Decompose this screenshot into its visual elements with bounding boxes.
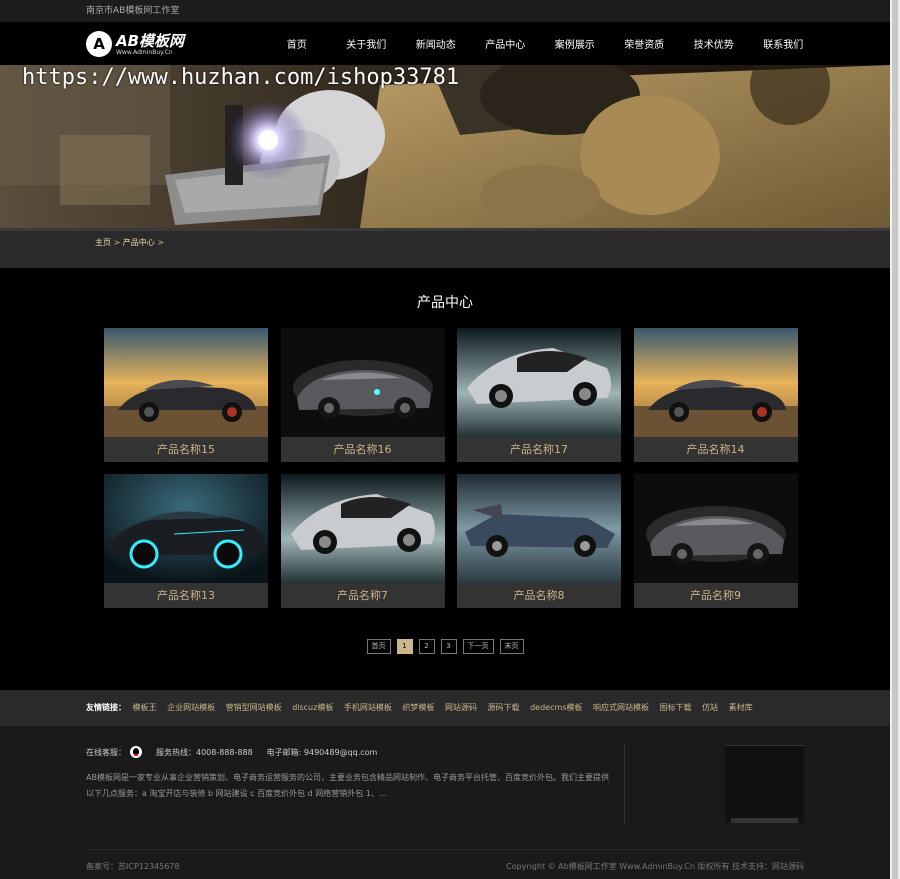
product-card[interactable]: 产品名称13 xyxy=(104,474,268,608)
nav-tech[interactable]: 技术优势 xyxy=(679,36,749,51)
nav-products[interactable]: 产品中心 xyxy=(471,36,541,51)
friend-link[interactable]: 织梦模板 xyxy=(402,703,434,712)
product-name[interactable]: 产品名称14 xyxy=(633,437,798,462)
nav-cases[interactable]: 案例展示 xyxy=(540,36,610,51)
product-name[interactable]: 产品名称8 xyxy=(457,583,621,608)
page-last-button[interactable]: 末页 xyxy=(499,639,524,654)
page-first-button[interactable]: 首页 xyxy=(366,639,391,654)
breadcrumb-home[interactable]: 主页 xyxy=(95,238,111,247)
online-service-label: 在线客服： xyxy=(86,747,126,757)
friend-links: 友情链接： 模板王 企业网站模板 营销型网站模板 discuz模板 手机网站模板… xyxy=(0,690,890,726)
product-name[interactable]: 产品名称9 xyxy=(633,583,798,608)
product-name[interactable]: 产品名称13 xyxy=(104,583,268,608)
product-image[interactable] xyxy=(280,328,445,437)
page: 南京市AB模板网工作室 A AB模板网 Www.AdminBuy.Cn 首页 关… xyxy=(0,0,890,879)
breadcrumb-current[interactable]: 产品中心 xyxy=(123,238,155,247)
friend-link[interactable]: 图标下载 xyxy=(660,703,692,712)
product-name[interactable]: 产品名称17 xyxy=(457,437,621,462)
friend-link[interactable]: 素材库 xyxy=(729,703,753,712)
icp-record: 备案号：苏ICP12345678 xyxy=(86,862,180,871)
footer-divider xyxy=(624,744,625,824)
breadcrumb: 主页 > 产品中心 > xyxy=(95,237,164,248)
product-card[interactable]: 产品名称15 xyxy=(104,328,268,462)
nav-about[interactable]: 关于我们 xyxy=(332,36,402,51)
friend-link[interactable]: 网站源码 xyxy=(445,703,477,712)
nav-news[interactable]: 新闻动态 xyxy=(401,36,471,51)
product-section: 产品中心 产品名称15 产品名称16 产品名称17 产品名称14 产品名称13 … xyxy=(0,268,890,690)
breadcrumb-sep: > xyxy=(157,238,165,247)
friend-link[interactable]: 手机网站模板 xyxy=(344,703,392,712)
footer: 在线客服： 服务热线：4008-888-888 电子邮箱: 9490489@qq… xyxy=(0,726,890,879)
hero-banner: https://www.huzhan.com/ishop33781 xyxy=(0,65,890,228)
company-about: AB模板网是一家专业从事企业营销策划、电子商务运营服务的公司，主要业务包含精品网… xyxy=(86,773,609,798)
logo-subtitle: Www.AdminBuy.Cn xyxy=(116,48,173,56)
copyright: Copyright © Ab模板网工作室 Www.AdminBuy.Cn 版权所… xyxy=(505,862,804,871)
nav-honors[interactable]: 荣誉资质 xyxy=(610,36,680,51)
product-image[interactable] xyxy=(280,474,445,583)
logo-badge-icon: A xyxy=(86,31,112,57)
nav-home[interactable]: 首页 xyxy=(262,36,332,51)
product-card[interactable]: 产品名称8 xyxy=(457,474,621,608)
qq-chat-icon[interactable] xyxy=(130,746,142,758)
product-card[interactable]: 产品名称14 xyxy=(633,328,798,462)
product-image[interactable] xyxy=(104,328,268,437)
footer-rule xyxy=(86,849,804,850)
product-name[interactable]: 产品名称15 xyxy=(104,437,268,462)
email: 电子邮箱: 9490489@qq.com xyxy=(266,747,378,757)
product-card[interactable]: 产品名称17 xyxy=(457,328,621,462)
friend-link[interactable]: 源码下载 xyxy=(488,703,520,712)
nav-contact[interactable]: 联系我们 xyxy=(749,36,819,51)
page-next-button[interactable]: 下一页 xyxy=(462,639,494,654)
page-scrollbar[interactable] xyxy=(890,0,900,879)
footer-contact: 在线客服： 服务热线：4008-888-888 电子邮箱: 9490489@qq… xyxy=(86,746,377,758)
main-nav: 首页 关于我们 新闻动态 产品中心 案例展示 荣誉资质 技术优势 联系我们 xyxy=(262,22,818,65)
breadcrumb-bar: 主页 > 产品中心 > xyxy=(0,228,890,268)
friend-links-label: 友情链接： xyxy=(86,703,126,712)
logo-title: AB模板网 xyxy=(116,31,185,50)
header: A AB模板网 Www.AdminBuy.Cn 首页 关于我们 新闻动态 产品中… xyxy=(0,22,890,65)
friend-link[interactable]: discuz模板 xyxy=(292,703,333,712)
top-bar: 南京市AB模板网工作室 xyxy=(0,0,890,22)
product-image[interactable] xyxy=(633,474,798,583)
product-card[interactable]: 产品名称9 xyxy=(633,474,798,608)
friend-link[interactable]: dedecms模板 xyxy=(530,703,582,712)
page-2-button[interactable]: 2 xyxy=(418,639,435,654)
friend-link[interactable]: 仿站 xyxy=(702,703,718,712)
breadcrumb-sep: > xyxy=(113,238,121,247)
product-name[interactable]: 产品名称7 xyxy=(280,583,445,608)
product-image[interactable] xyxy=(457,328,621,437)
section-title: 产品中心 xyxy=(417,295,473,311)
product-card[interactable]: 产品名称16 xyxy=(280,328,445,462)
scrollbar-thumb[interactable] xyxy=(892,0,898,879)
product-image[interactable] xyxy=(104,474,268,583)
product-image[interactable] xyxy=(633,328,798,437)
qr-code-box xyxy=(725,745,804,823)
friend-link[interactable]: 营销型网站模板 xyxy=(226,703,282,712)
friend-link[interactable]: 企业网站模板 xyxy=(167,703,215,712)
site-logo[interactable]: A AB模板网 Www.AdminBuy.Cn xyxy=(86,31,184,57)
company-name: 南京市AB模板网工作室 xyxy=(86,6,180,16)
product-card[interactable]: 产品名称7 xyxy=(280,474,445,608)
hotline: 服务热线：4008-888-888 xyxy=(156,747,253,757)
friend-link[interactable]: 响应式网站模板 xyxy=(593,703,649,712)
product-image[interactable] xyxy=(457,474,621,583)
watermark-url: https://www.huzhan.com/ishop33781 xyxy=(22,65,460,90)
page-3-button[interactable]: 3 xyxy=(440,639,457,654)
friend-link[interactable]: 模板王 xyxy=(133,703,157,712)
page-1-button[interactable]: 1 xyxy=(396,639,413,654)
product-name[interactable]: 产品名称16 xyxy=(280,437,445,462)
pagination: 首页 1 2 3 下一页 末页 xyxy=(0,639,890,654)
